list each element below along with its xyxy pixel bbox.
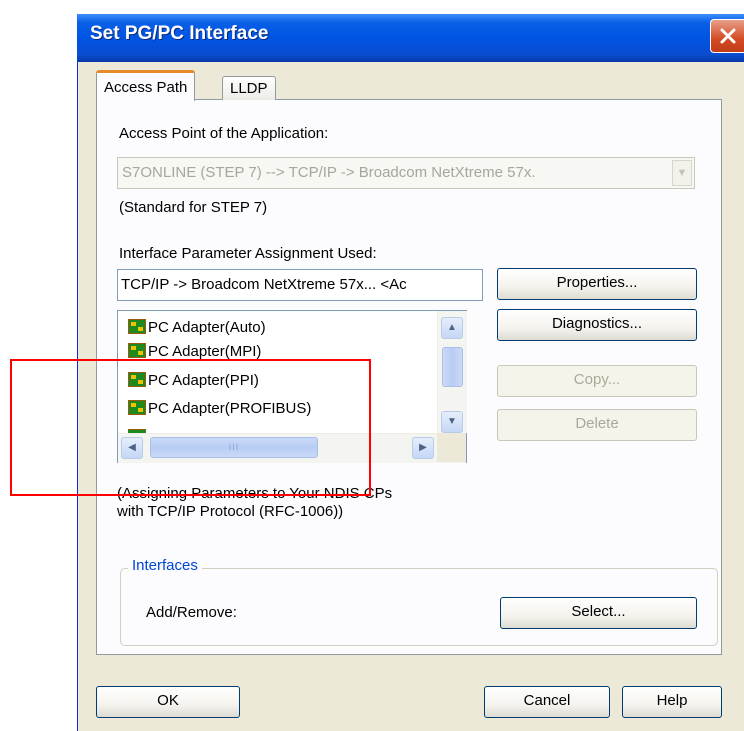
scroll-down-icon[interactable]: ▼ bbox=[441, 411, 463, 433]
tab-access-path[interactable]: Access Path bbox=[96, 70, 196, 101]
cancel-button[interactable]: Cancel bbox=[484, 686, 610, 718]
adapter-icon bbox=[128, 319, 146, 334]
close-button[interactable] bbox=[710, 19, 744, 53]
add-remove-label: Add/Remove: bbox=[146, 604, 237, 621]
close-icon bbox=[720, 28, 736, 44]
interface-param-label: Interface Parameter Assignment Used: bbox=[119, 245, 377, 262]
chevron-down-icon[interactable]: ▼ bbox=[672, 160, 692, 186]
select-button[interactable]: Select... bbox=[500, 597, 697, 629]
help-button[interactable]: Help bbox=[622, 686, 722, 718]
ok-button[interactable]: OK bbox=[96, 686, 240, 718]
scroll-up-icon[interactable]: ▲ bbox=[441, 317, 463, 339]
vertical-scroll-thumb[interactable] bbox=[442, 347, 463, 387]
diagnostics-button[interactable]: Diagnostics... bbox=[497, 309, 697, 341]
list-item-label: PC Adapter(MPI) bbox=[148, 343, 262, 360]
access-point-note: (Standard for STEP 7) bbox=[119, 199, 268, 216]
list-item[interactable]: PC Adapter(Auto) bbox=[128, 319, 266, 345]
adapter-icon bbox=[128, 343, 146, 358]
interface-param-description-2: with TCP/IP Protocol (RFC-1006)) bbox=[117, 503, 344, 520]
list-item-label: PC Adapter(Auto) bbox=[148, 319, 266, 336]
interface-param-field[interactable]: TCP/IP -> Broadcom NetXtreme 57x... <Ac bbox=[117, 269, 483, 301]
properties-button[interactable]: Properties... bbox=[497, 268, 697, 300]
tab-lldp[interactable]: LLDP bbox=[222, 76, 276, 100]
highlight-box bbox=[10, 359, 371, 496]
scroll-corner bbox=[437, 433, 466, 462]
scroll-right-icon[interactable]: ▶ bbox=[412, 437, 434, 459]
access-point-label: Access Point of the Application: bbox=[119, 125, 329, 142]
interfaces-group-title: Interfaces bbox=[128, 557, 202, 574]
access-point-dropdown[interactable]: S7ONLINE (STEP 7) --> TCP/IP -> Broadcom… bbox=[117, 157, 695, 189]
copy-button[interactable]: Copy... bbox=[497, 365, 697, 397]
window-title: Set PG/PC Interface bbox=[90, 23, 269, 44]
delete-button[interactable]: Delete bbox=[497, 409, 697, 441]
